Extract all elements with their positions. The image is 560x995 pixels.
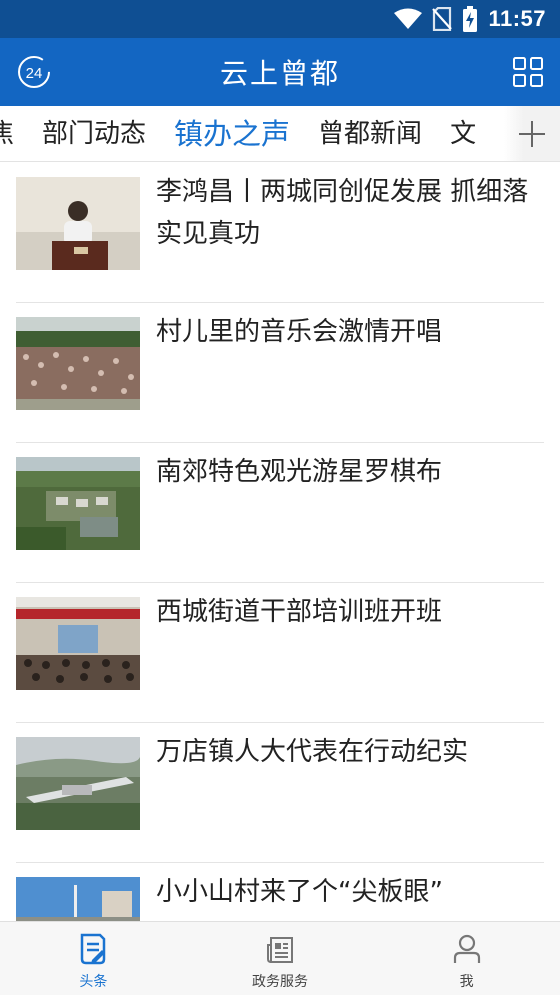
grid-menu-icon[interactable] xyxy=(512,56,544,88)
training-hall-photo xyxy=(16,597,140,690)
nav-me[interactable]: 我 xyxy=(373,922,560,995)
tab-department-news[interactable]: 部门动态 xyxy=(42,106,146,161)
aerial-countryside-photo xyxy=(16,457,140,550)
status-bar: 11:57 xyxy=(0,0,560,38)
news-item[interactable]: 西城街道干部培训班开班 xyxy=(16,583,544,723)
user-icon xyxy=(453,934,480,963)
outdoor-concert-crowd-photo xyxy=(16,317,140,410)
news-doc-icon xyxy=(81,933,106,965)
news-thumbnail xyxy=(16,457,140,550)
news-headline: 村儿里的音乐会激情开唱 xyxy=(156,317,443,347)
plus-icon xyxy=(519,121,545,147)
newspaper-icon xyxy=(267,937,293,963)
news-headline: 小小山村来了个“尖板眼” xyxy=(156,877,443,907)
app-bar: 24 云上曾都 xyxy=(0,38,560,106)
status-time: 11:57 xyxy=(488,6,546,31)
news-thumbnail xyxy=(16,597,140,690)
category-tabs: 焦 部门动态 镇办之声 曾都新闻 文 xyxy=(0,106,560,162)
news-list: 李鸿昌丨两城同创促发展 抓细落实见真功 村儿里的音乐会激情开唱 南郊特色观光游星… xyxy=(0,163,560,921)
tab-culture[interactable]: 文 xyxy=(450,106,476,161)
news-headline: 西城街道干部培训班开班 xyxy=(156,597,443,627)
aerial-town-photo xyxy=(16,737,140,830)
battery-charging-icon xyxy=(463,6,478,32)
no-sim-icon xyxy=(432,7,453,31)
wifi-icon xyxy=(394,8,423,29)
news-thumbnail xyxy=(16,177,140,270)
meeting-speaker-photo xyxy=(16,177,140,270)
app-title: 云上曾都 xyxy=(219,57,340,90)
nav-me-label: 我 xyxy=(459,974,474,990)
news-thumbnail xyxy=(16,737,140,830)
news-item[interactable]: 南郊特色观光游星罗棋布 xyxy=(16,443,544,583)
tab-zengdu-news[interactable]: 曾都新闻 xyxy=(318,106,422,161)
news-headline: 李鸿昌丨两城同创促发展 抓细落实见真功 xyxy=(156,177,529,249)
news-headline: 万店镇人大代表在行动纪实 xyxy=(156,737,469,767)
nav-headlines-label: 头条 xyxy=(79,974,108,990)
nav-government-services-label: 政务服务 xyxy=(252,974,308,990)
add-channel-button[interactable] xyxy=(504,106,560,161)
news-item[interactable]: 万店镇人大代表在行动纪实 xyxy=(16,723,544,863)
nav-headlines[interactable]: 头条 xyxy=(0,922,187,995)
village-street-photo xyxy=(16,877,140,921)
tab-town-voice[interactable]: 镇办之声 xyxy=(174,106,290,161)
tab-focus[interactable]: 焦 xyxy=(0,106,14,161)
news-item[interactable]: 李鸿昌丨两城同创促发展 抓细落实见真功 xyxy=(16,163,544,303)
nav-government-services[interactable]: 政务服务 xyxy=(187,922,374,995)
bottom-nav: 头条 政务服务 我 xyxy=(0,921,560,995)
news-thumbnail xyxy=(16,317,140,410)
news-item[interactable]: 村儿里的音乐会激情开唱 xyxy=(16,303,544,443)
news-thumbnail xyxy=(16,877,140,921)
news-headline: 南郊特色观光游星罗棋布 xyxy=(156,457,443,487)
news-item[interactable]: 小小山村来了个“尖板眼” xyxy=(16,863,544,921)
